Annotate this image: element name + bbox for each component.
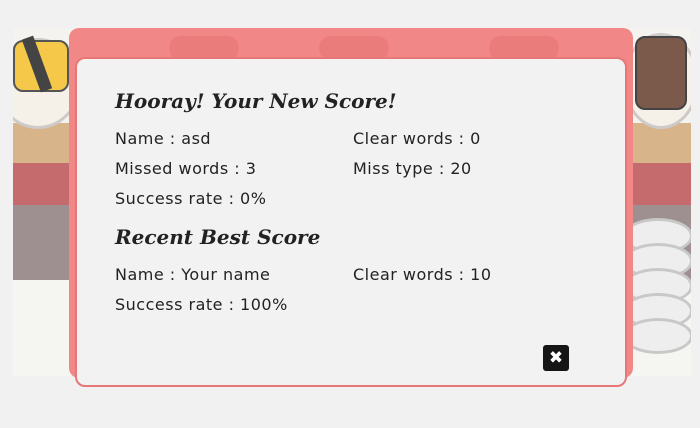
close-button[interactable]: ✖ bbox=[543, 345, 569, 371]
new-score-title: Hooray! Your New Score! bbox=[115, 89, 397, 113]
close-icon[interactable]: ✖ bbox=[549, 349, 563, 367]
new-score-clear-words: Clear words : 0 bbox=[353, 129, 481, 148]
plate-stack bbox=[623, 318, 691, 354]
best-score-name: Name : Your name bbox=[115, 265, 271, 284]
new-score-miss-type: Miss type : 20 bbox=[353, 159, 472, 178]
new-score-name: Name : asd bbox=[115, 129, 212, 148]
new-score-success-rate: Success rate : 0% bbox=[115, 189, 267, 208]
score-modal: Hooray! Your New Score! Name : asd Clear… bbox=[75, 57, 627, 387]
new-score-missed-words: Missed words : 3 bbox=[115, 159, 257, 178]
best-score-success-rate: Success rate : 100% bbox=[115, 295, 288, 314]
eel-sushi-icon bbox=[635, 36, 687, 110]
best-score-title: Recent Best Score bbox=[115, 225, 321, 249]
best-score-clear-words: Clear words : 10 bbox=[353, 265, 492, 284]
